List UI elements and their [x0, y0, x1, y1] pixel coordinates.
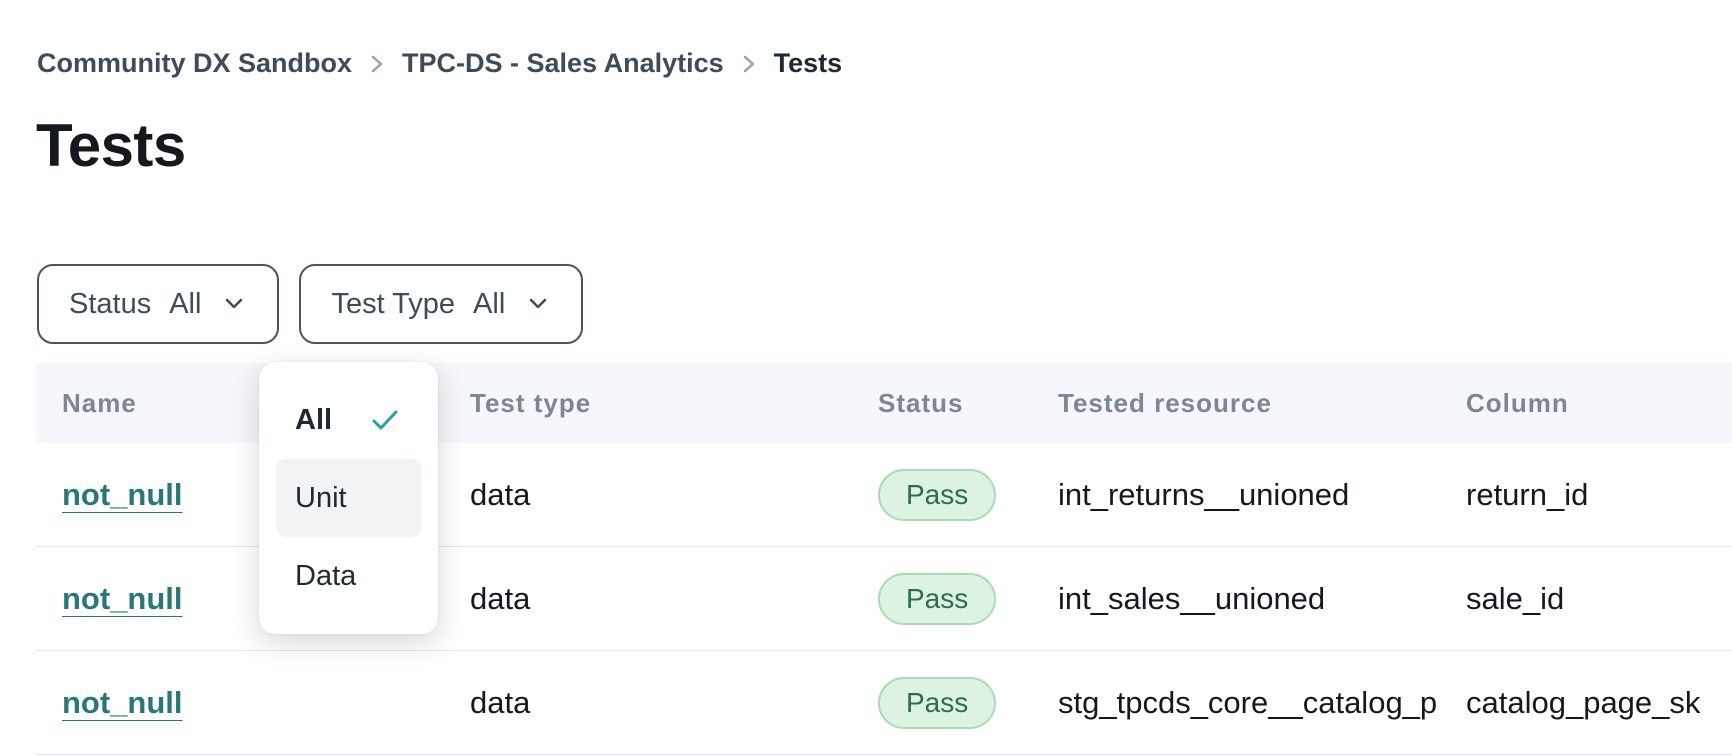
- breadcrumb-item-project[interactable]: Community DX Sandbox: [37, 48, 352, 79]
- chevron-down-icon: [221, 295, 247, 313]
- column-cell: sale_id: [1440, 581, 1732, 617]
- breadcrumb-item-current: Tests: [774, 48, 843, 79]
- menu-option-label: All: [295, 404, 332, 437]
- column-header-column: Column: [1440, 388, 1732, 419]
- column-header-tested-resource: Tested resource: [1032, 388, 1440, 419]
- tested-resource-cell: int_sales__unioned: [1032, 581, 1440, 617]
- check-icon: [368, 407, 402, 433]
- test-type-filter-label: Test Type: [331, 288, 455, 321]
- status-filter-button[interactable]: Status All: [37, 264, 279, 344]
- menu-option-label: Data: [295, 560, 356, 593]
- chevron-right-icon: [739, 51, 759, 77]
- test-name-link[interactable]: not_null: [62, 685, 183, 720]
- test-type-filter-value: All: [473, 288, 505, 321]
- table-row: not_null data Pass stg_tpcds_core__catal…: [36, 651, 1732, 755]
- chevron-right-icon: [367, 51, 387, 77]
- breadcrumb-item-environment[interactable]: TPC-DS - Sales Analytics: [402, 48, 724, 79]
- status-badge: Pass: [878, 677, 996, 729]
- test-type-filter-button[interactable]: Test Type All: [299, 264, 583, 344]
- menu-option-label: Unit: [295, 482, 347, 515]
- column-cell: return_id: [1440, 477, 1732, 513]
- tested-resource-cell: int_returns__unioned: [1032, 477, 1440, 513]
- test-type-cell: data: [444, 685, 852, 721]
- column-cell: catalog_page_sk: [1440, 685, 1732, 721]
- chevron-down-icon: [525, 295, 551, 313]
- test-type-cell: data: [444, 581, 852, 617]
- status-filter-value: All: [169, 288, 201, 321]
- menu-option-unit[interactable]: Unit: [276, 459, 421, 537]
- menu-option-data[interactable]: Data: [276, 537, 421, 615]
- status-badge: Pass: [878, 573, 996, 625]
- tested-resource-cell: stg_tpcds_core__catalog_p…: [1032, 685, 1440, 721]
- column-header-status: Status: [852, 388, 1032, 419]
- column-header-test-type: Test type: [444, 388, 852, 419]
- breadcrumb: Community DX Sandbox TPC-DS - Sales Anal…: [37, 48, 842, 79]
- test-type-cell: data: [444, 477, 852, 513]
- test-name-link[interactable]: not_null: [62, 581, 183, 616]
- page-title: Tests: [36, 110, 186, 182]
- test-type-dropdown-menu: All Unit Data: [259, 362, 438, 634]
- test-name-link[interactable]: not_null: [62, 477, 183, 512]
- menu-option-all[interactable]: All: [276, 381, 421, 459]
- status-filter-label: Status: [69, 288, 151, 321]
- filters-bar: Status All Test Type All: [37, 264, 583, 344]
- status-badge: Pass: [878, 469, 996, 521]
